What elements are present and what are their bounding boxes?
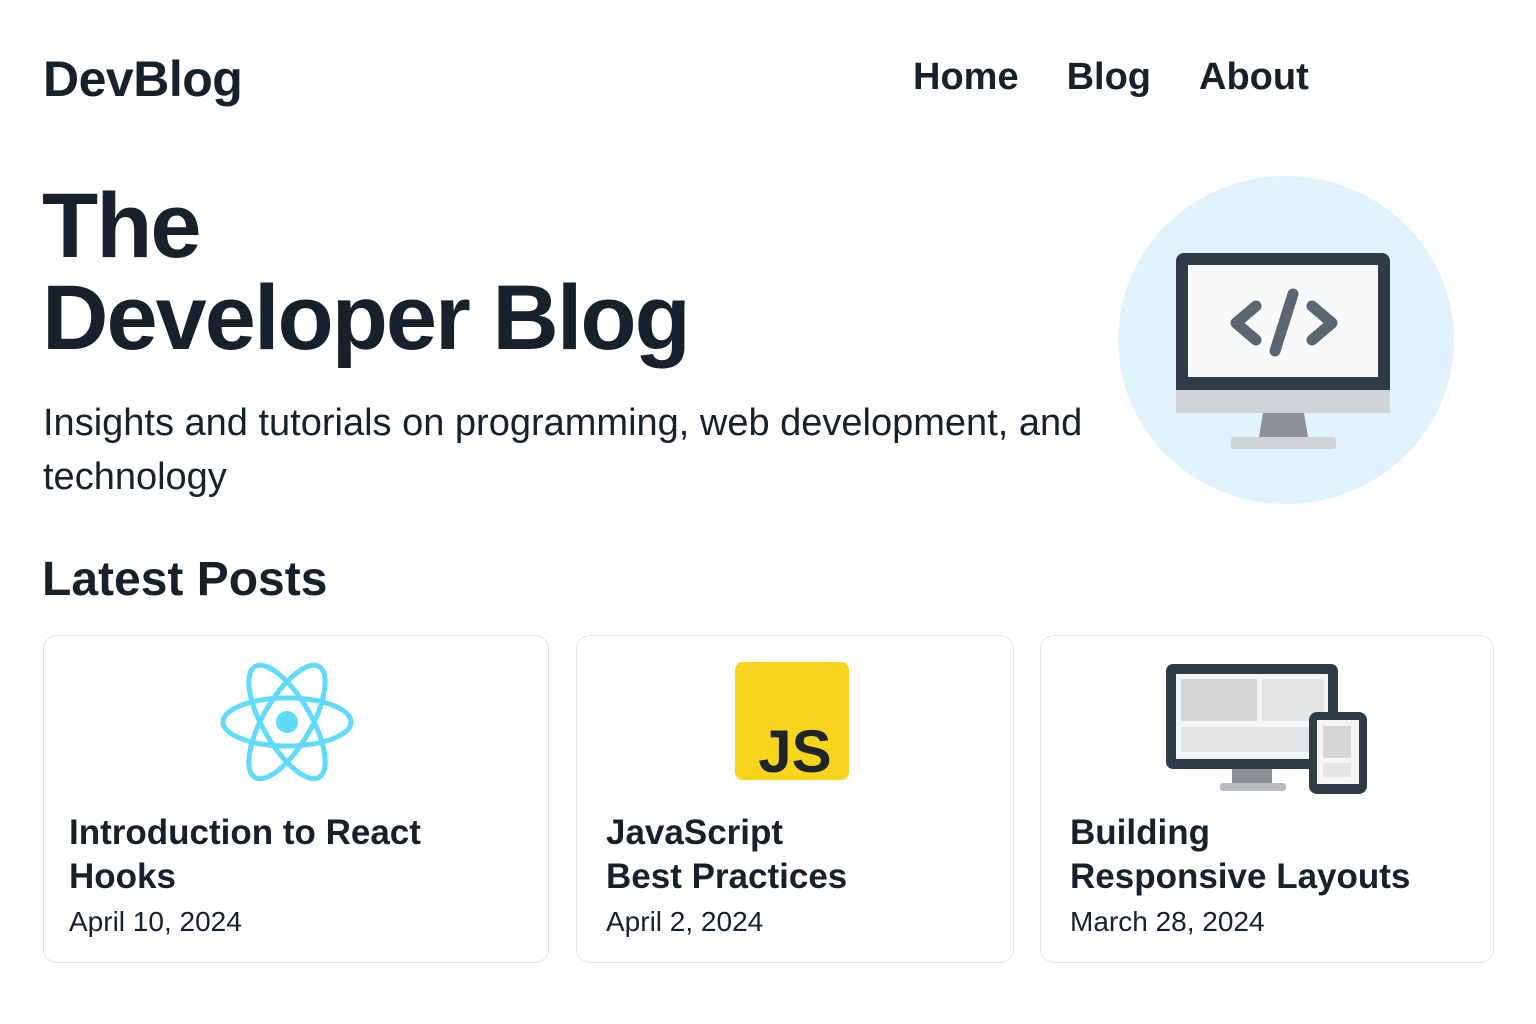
main-nav: Home Blog About bbox=[913, 56, 1309, 99]
nav-home-link[interactable]: Home bbox=[913, 56, 1019, 99]
post-date: March 28, 2024 bbox=[1070, 906, 1265, 937]
post-title-line-2: Best Practices bbox=[606, 857, 848, 896]
post-card[interactable]: Building Responsive Layouts March 28, 20… bbox=[1040, 635, 1494, 963]
hero-title: The Developer Blog bbox=[42, 175, 691, 369]
post-title-line-1: JavaScript bbox=[606, 813, 784, 852]
monitor-code-icon bbox=[1118, 176, 1454, 504]
post-title[interactable]: Building Responsive Layouts bbox=[1070, 811, 1410, 899]
page: DevBlog Home Blog About The Developer Bl… bbox=[0, 0, 1536, 1024]
post-title-line-1: Building bbox=[1070, 813, 1210, 852]
nav-about-link[interactable]: About bbox=[1199, 56, 1309, 99]
latest-posts-heading: Latest Posts bbox=[42, 553, 328, 606]
javascript-icon-label: JS bbox=[758, 718, 831, 780]
post-title-line-2: Hooks bbox=[69, 857, 176, 896]
post-date: April 2, 2024 bbox=[606, 906, 764, 937]
hero-title-line-1: The bbox=[42, 175, 202, 277]
responsive-devices-icon bbox=[1166, 664, 1367, 794]
post-title-line-1: Introduction to React bbox=[69, 813, 421, 852]
hero-title-line-2: Developer Blog bbox=[42, 267, 691, 369]
javascript-icon: JS bbox=[735, 662, 849, 780]
hero-subtitle: Insights and tutorials on programming, w… bbox=[43, 402, 1083, 498]
post-title-line-2: Responsive Layouts bbox=[1070, 857, 1411, 896]
post-date: April 10, 2024 bbox=[69, 906, 242, 937]
post-title[interactable]: JavaScript Best Practices bbox=[606, 811, 847, 899]
react-icon bbox=[220, 662, 354, 782]
site-logo[interactable]: DevBlog bbox=[43, 50, 243, 108]
nav-blog-link[interactable]: Blog bbox=[1067, 56, 1151, 99]
post-title[interactable]: Introduction to React Hooks bbox=[69, 811, 421, 899]
post-card[interactable]: JS JavaScript Best Practices April 2, 20… bbox=[576, 635, 1014, 963]
post-card[interactable]: Introduction to React Hooks April 10, 20… bbox=[43, 635, 549, 963]
